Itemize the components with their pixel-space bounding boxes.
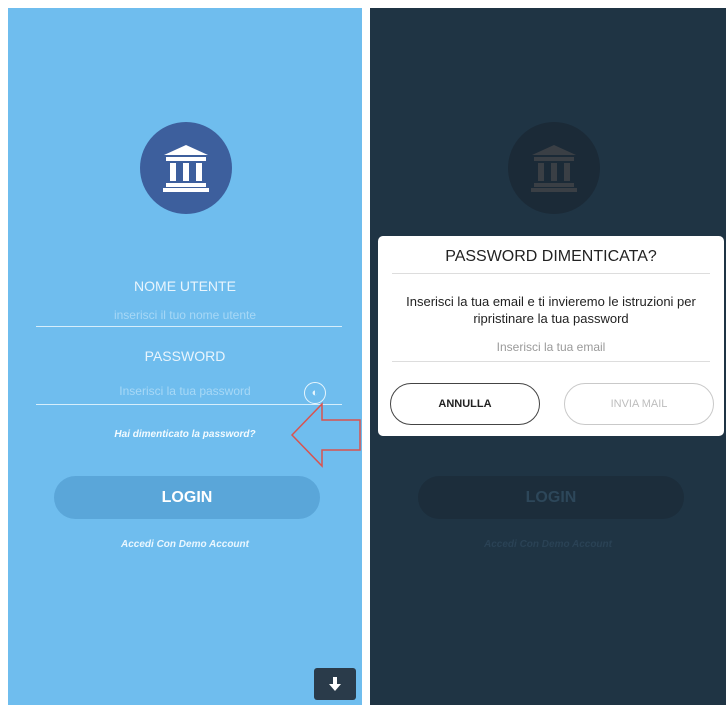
forgot-password-screen: PASSWORD DIMENTICATA? Inserisci la tua e… [370,8,726,705]
username-underline [36,326,342,327]
cancel-button[interactable]: ANNULLA [390,383,540,425]
username-label: NOME UTENTE [134,278,236,294]
username-input[interactable]: inserisci il tuo nome utente [8,308,362,322]
forgot-password-dialog: PASSWORD DIMENTICATA? Inserisci la tua e… [378,236,724,436]
bank-logo [140,122,232,214]
login-button[interactable]: LOGIN [54,476,320,519]
email-underline [392,361,710,362]
dialog-message: Inserisci la tua email e ti invieremo le… [406,294,696,326]
bank-logo-icon [531,145,577,192]
dialog-title: PASSWORD DIMENTICATA? [445,248,657,265]
password-label: PASSWORD [144,348,226,364]
login-screen: NOME UTENTE inserisci il tuo nome utente… [8,8,362,705]
download-icon [329,677,341,691]
send-mail-button[interactable]: INVIA MAIL [564,383,714,425]
dialog-divider [392,273,710,274]
demo-account-link-dimmed: Accedi Con Demo Account [484,539,612,550]
demo-account-link[interactable]: Accedi Con Demo Account [8,539,362,550]
login-button-dimmed: LOGIN [418,476,684,519]
bank-logo-dimmed [508,122,600,214]
download-button[interactable] [314,668,356,700]
arrow-pointer-icon [290,402,361,468]
email-input[interactable]: Inserisci la tua email [378,340,724,354]
bank-logo-icon [163,145,209,192]
